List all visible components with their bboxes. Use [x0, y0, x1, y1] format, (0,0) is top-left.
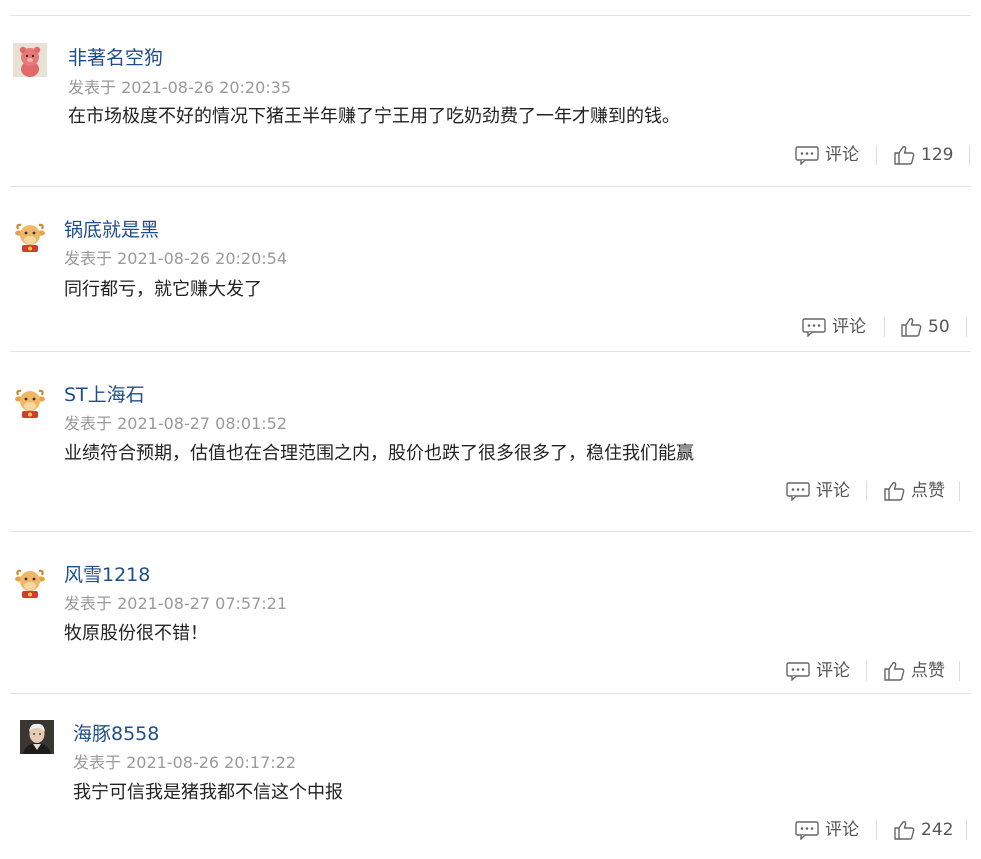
divider — [10, 531, 971, 532]
divider — [10, 351, 971, 352]
time-prefix: 发表于 — [64, 249, 113, 268]
comment-text: 牧原股份很不错！ — [64, 623, 208, 644]
post-time: 发表于 2021-08-26 20:17:22 — [73, 753, 296, 773]
action-separator — [866, 661, 867, 681]
reply-label: 评论 — [825, 145, 859, 165]
time-prefix: 发表于 — [64, 594, 113, 613]
row-end-separator — [959, 481, 960, 501]
username-link[interactable]: 海豚8558 — [73, 723, 159, 745]
time-value: 2021-08-26 20:20:35 — [121, 78, 292, 97]
divider — [10, 693, 971, 694]
thumbs-up-icon — [893, 145, 921, 165]
reply-button[interactable]: 评论 — [795, 145, 859, 165]
time-prefix: 发表于 — [68, 78, 117, 97]
post-time: 发表于 2021-08-26 20:20:35 — [68, 78, 291, 98]
username-link[interactable]: 风雪1218 — [64, 564, 150, 586]
row-end-separator — [969, 145, 970, 165]
username-link[interactable]: 非著名空狗 — [68, 47, 163, 69]
action-separator — [876, 145, 877, 165]
like-button[interactable]: 50 — [900, 317, 950, 337]
username-link[interactable]: 锅底就是黑 — [64, 219, 159, 241]
avatar[interactable] — [13, 386, 47, 420]
post-time: 发表于 2021-08-27 08:01:52 — [64, 414, 287, 434]
like-count: 242 — [921, 820, 954, 840]
reply-label: 评论 — [832, 317, 866, 337]
comment-text: 同行都亏，就它赚大发了 — [64, 279, 262, 300]
action-separator — [884, 317, 885, 337]
time-value: 2021-08-26 20:17:22 — [126, 753, 297, 772]
avatar[interactable] — [20, 720, 54, 754]
comment-text: 业绩符合预期，估值也在合理范围之内，股价也跌了很多很多了，稳住我们能赢 — [64, 443, 694, 464]
comment-icon — [795, 145, 825, 165]
thumbs-up-icon — [900, 317, 928, 337]
row-end-separator — [966, 820, 967, 840]
post-time: 发表于 2021-08-27 07:57:21 — [64, 594, 287, 614]
reply-label: 评论 — [825, 820, 859, 840]
avatar[interactable] — [13, 566, 47, 600]
reply-button[interactable]: 评论 — [786, 481, 850, 501]
divider — [10, 15, 971, 16]
thumbs-up-icon — [883, 661, 911, 681]
comment-text: 在市场极度不好的情况下猪王半年赚了宁王用了吃奶劲费了一年才赚到的钱。 — [68, 106, 680, 127]
reply-label: 评论 — [816, 661, 850, 681]
reply-button[interactable]: 评论 — [795, 820, 859, 840]
row-end-separator — [966, 317, 967, 337]
post-time: 发表于 2021-08-26 20:20:54 — [64, 249, 287, 269]
comment-text: 我宁可信我是猪我都不信这个中报 — [73, 782, 343, 803]
like-button[interactable]: 129 — [893, 145, 953, 165]
like-button[interactable]: 点赞 — [883, 661, 945, 681]
reply-button[interactable]: 评论 — [786, 661, 850, 681]
avatar[interactable] — [13, 43, 47, 77]
reply-button[interactable]: 评论 — [802, 317, 866, 337]
avatar[interactable] — [13, 220, 47, 254]
comment-icon — [802, 317, 832, 337]
like-count: 点赞 — [911, 481, 945, 501]
time-prefix: 发表于 — [64, 414, 113, 433]
comment-icon — [795, 820, 825, 840]
time-prefix: 发表于 — [73, 753, 122, 772]
like-count: 点赞 — [911, 661, 945, 681]
username-link[interactable]: ST上海石 — [64, 384, 145, 406]
thumbs-up-icon — [883, 481, 911, 501]
action-separator — [866, 481, 867, 501]
thumbs-up-icon — [893, 820, 921, 840]
row-end-separator — [959, 661, 960, 681]
divider — [10, 186, 971, 187]
like-button[interactable]: 点赞 — [883, 481, 945, 501]
like-count: 50 — [928, 317, 950, 337]
time-value: 2021-08-26 20:20:54 — [117, 249, 288, 268]
comment-icon — [786, 481, 816, 501]
reply-label: 评论 — [816, 481, 850, 501]
action-separator — [876, 820, 877, 840]
comment-icon — [786, 661, 816, 681]
like-button[interactable]: 242 — [893, 820, 953, 840]
time-value: 2021-08-27 07:57:21 — [117, 594, 288, 613]
like-count: 129 — [921, 145, 954, 165]
time-value: 2021-08-27 08:01:52 — [117, 414, 288, 433]
